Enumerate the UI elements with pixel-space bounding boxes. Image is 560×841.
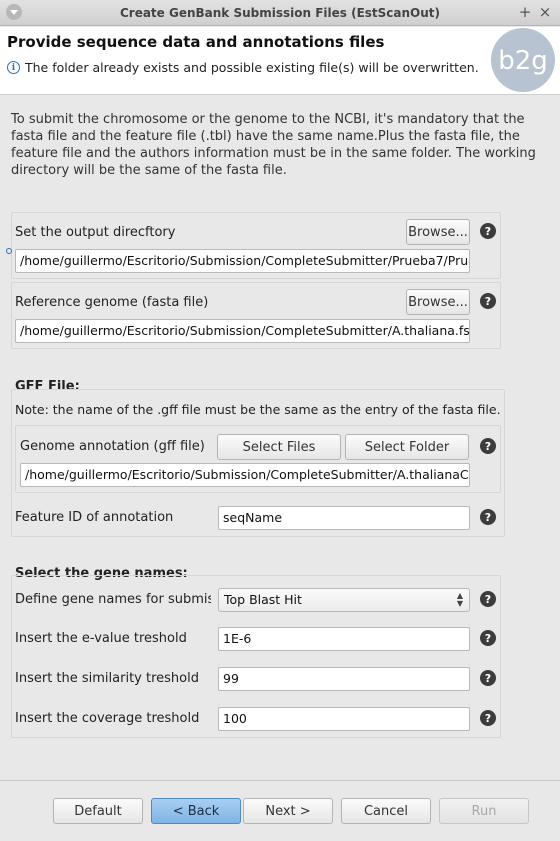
window-titlebar: Create GenBank Submission Files (EstScan… [0, 0, 560, 26]
output-directory-label: Set the output direcftory [15, 225, 176, 240]
output-directory-input[interactable]: /home/guillermo/Escritorio/Submission/Co… [15, 249, 470, 273]
evalue-label: Insert the e-value treshold [15, 631, 187, 646]
window-title: Create GenBank Submission Files (EstScan… [119, 5, 441, 20]
info-icon: i [7, 61, 20, 74]
window-menu-icon[interactable] [6, 4, 22, 20]
select-folder-button[interactable]: Select Folder [345, 434, 469, 460]
wizard-header: Provide sequence data and annotations fi… [0, 27, 560, 95]
gff-help-icon[interactable]: ? [480, 438, 496, 454]
reference-help-icon[interactable]: ? [480, 293, 496, 309]
maximize-icon[interactable]: + [516, 3, 534, 21]
output-help-icon[interactable]: ? [480, 223, 496, 239]
logo-text: b2g [498, 46, 548, 76]
run-button[interactable]: Run [439, 798, 529, 824]
back-button[interactable]: < Back [151, 798, 241, 824]
page-title: Provide sequence data and annotations fi… [7, 33, 385, 51]
default-button[interactable]: Default [53, 798, 143, 824]
feature-id-label: Feature ID of annotation [15, 510, 174, 525]
similarity-input[interactable]: 99 [218, 667, 470, 691]
info-message-text: The folder already exists and possible e… [25, 60, 479, 75]
b2g-logo-icon: b2g [491, 28, 555, 92]
gff-annotation-input[interactable]: /home/guillermo/Escritorio/Submission/Co… [20, 463, 470, 487]
coverage-label: Insert the coverage treshold [15, 711, 200, 726]
output-browse-button[interactable]: Browse... [406, 219, 470, 245]
feature-id-help-icon[interactable]: ? [480, 509, 496, 525]
gene-names-select[interactable]: Top Blast Hit ▲ ▼ [218, 588, 470, 612]
evalue-help-icon[interactable]: ? [480, 630, 496, 646]
cancel-button[interactable]: Cancel [341, 798, 431, 824]
evalue-input[interactable]: 1E-6 [218, 627, 470, 651]
feature-id-input[interactable]: seqName [218, 506, 470, 530]
footer-separator [0, 780, 560, 781]
next-button[interactable]: Next > [243, 798, 333, 824]
define-gene-names-label: Define gene names for submission [15, 592, 211, 607]
gff-note: Note: the name of the .gff file must be … [15, 402, 501, 417]
gene-names-select-value: Top Blast Hit [224, 592, 302, 607]
reference-genome-label: Reference genome (fasta file) [15, 295, 209, 310]
select-arrows-icon: ▲ ▼ [456, 591, 463, 608]
description-text: To submit the chromosome or the genome t… [11, 112, 536, 178]
reference-browse-button[interactable]: Browse... [406, 289, 470, 315]
gff-annotation-label: Genome annotation (gff file) [20, 439, 205, 454]
required-marker-icon [6, 248, 12, 254]
similarity-label: Insert the similarity treshold [15, 671, 199, 686]
close-icon[interactable]: × [536, 3, 554, 21]
coverage-help-icon[interactable]: ? [480, 710, 496, 726]
gene-names-help-icon[interactable]: ? [480, 591, 496, 607]
reference-genome-input[interactable]: /home/guillermo/Escritorio/Submission/Co… [15, 319, 470, 343]
info-message: i The folder already exists and possible… [7, 60, 479, 75]
select-files-button[interactable]: Select Files [217, 434, 341, 460]
coverage-input[interactable]: 100 [218, 707, 470, 731]
similarity-help-icon[interactable]: ? [480, 670, 496, 686]
